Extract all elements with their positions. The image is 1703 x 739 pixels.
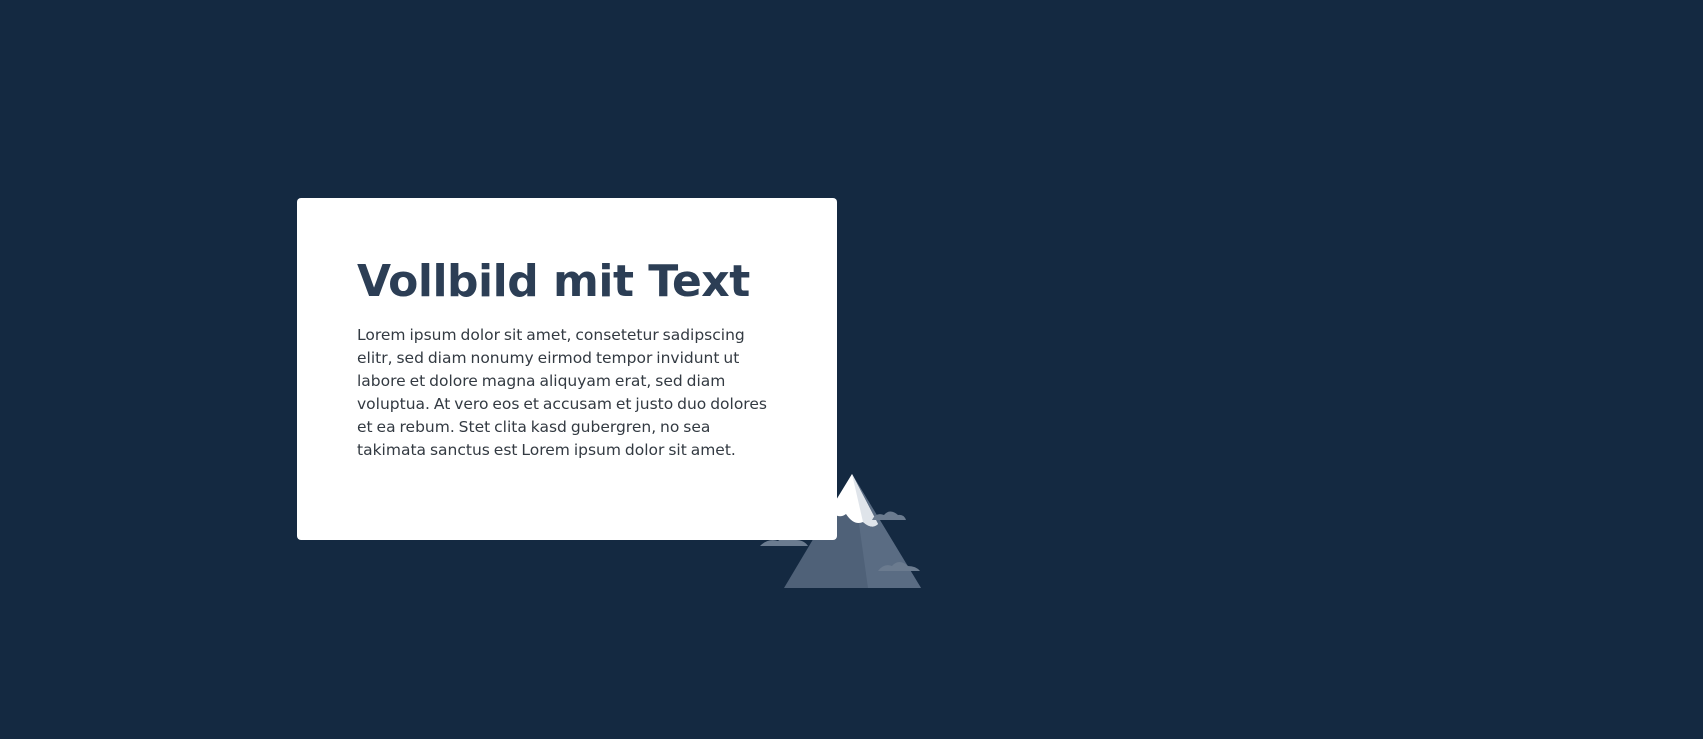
fullscreen-hero: Vollbild mit Text Lorem ipsum dolor sit … [0,0,1703,739]
text-card: Vollbild mit Text Lorem ipsum dolor sit … [297,198,837,540]
page-title: Vollbild mit Text [357,256,750,307]
body-text: Lorem ipsum dolor sit amet, consetetur s… [357,326,767,459]
